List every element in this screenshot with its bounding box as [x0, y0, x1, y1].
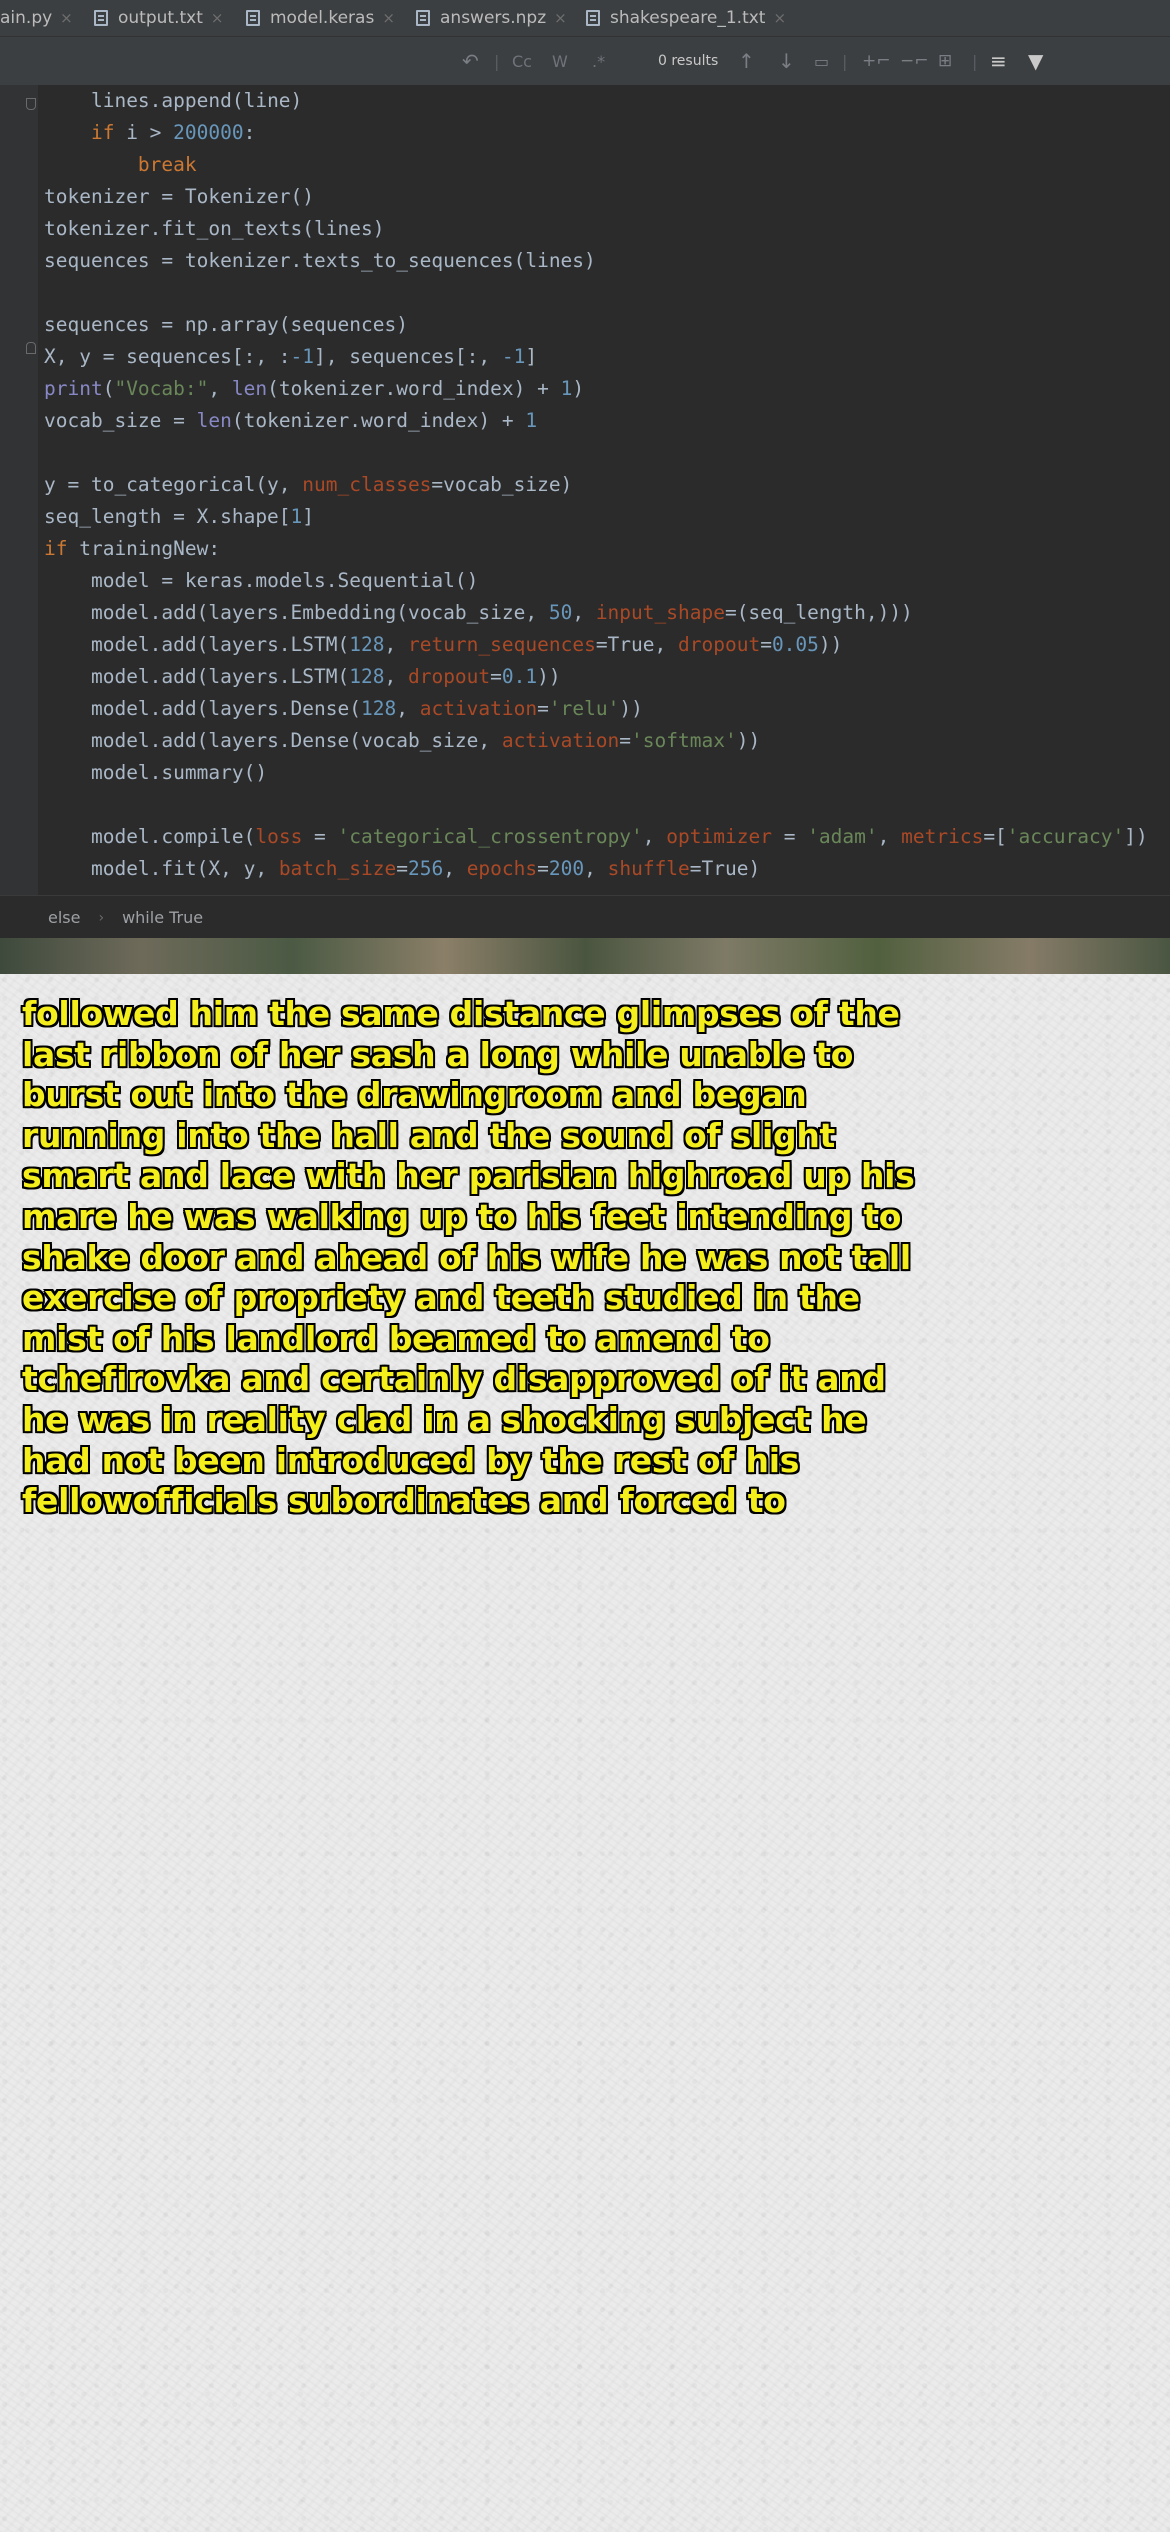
tab-output-txt[interactable]: output.txt × — [94, 0, 223, 36]
code-line: model.summary() — [90, 761, 268, 784]
close-icon[interactable]: × — [554, 9, 567, 27]
tab-shakespeare-txt[interactable]: shakespeare_1.txt × — [586, 0, 786, 36]
text-line: fellowofficials subordinates and forced … — [22, 1481, 786, 1521]
tab-model-keras[interactable]: model.keras × — [246, 0, 395, 36]
text-line: he was in reality clad in a shocking sub… — [22, 1399, 867, 1439]
text-file-icon — [586, 10, 600, 26]
arrow-up-icon[interactable]: ↑ — [738, 37, 755, 85]
code-line: model.add(layers.Dense(vocab_size, activ… — [90, 729, 761, 752]
generated-text-panel: followed him the same distance glimpses … — [0, 974, 1170, 2532]
text-line: followed him the same distance glimpses … — [22, 994, 900, 1033]
text-line: mare he was walking up to his feet inten… — [22, 1196, 902, 1236]
close-icon[interactable]: × — [211, 9, 224, 27]
code-line: model.add(layers.LSTM(128, dropout=0.1)) — [90, 665, 561, 688]
fold-marker-icon[interactable] — [26, 342, 36, 354]
regex-toggle[interactable]: .* — [592, 37, 605, 85]
select-occurrences-icon[interactable]: ⊞ — [938, 37, 952, 85]
code-line: y = to_categorical(y, num_classes=vocab_… — [44, 473, 573, 496]
code-line: lines.append(line) — [90, 89, 303, 112]
tab-main-py[interactable]: ain.py × — [0, 0, 73, 36]
breadcrumb-item-while[interactable]: while True — [122, 908, 203, 927]
ide-window: ain.py × output.txt × model.keras × answ… — [0, 0, 1170, 939]
generated-text: followed him the same distance glimpses … — [22, 994, 1142, 1522]
text-line: shake door and ahead of his wife he was … — [22, 1237, 911, 1277]
code-line: model.add(layers.Embedding(vocab_size, 5… — [90, 601, 913, 624]
arrow-down-icon[interactable]: ↓ — [778, 37, 795, 85]
whole-words-toggle[interactable]: W — [552, 37, 568, 85]
text-line: burst out into the drawingroom and began — [22, 1075, 807, 1115]
select-all-icon[interactable]: ▭ — [814, 37, 829, 85]
text-file-icon — [246, 10, 260, 26]
tab-answers-npz[interactable]: answers.npz × — [416, 0, 567, 36]
text-line: last ribbon of her sash a long while una… — [22, 1034, 854, 1074]
text-line: running into the hall and the sound of s… — [22, 1115, 836, 1155]
add-occurrence-icon[interactable]: +⌐ — [862, 37, 891, 85]
filter-icon[interactable]: ▼ — [1028, 37, 1043, 85]
filter-options-icon[interactable]: ≡ — [990, 37, 1007, 85]
tab-label: ain.py — [0, 8, 53, 28]
close-icon[interactable]: × — [382, 9, 395, 27]
tab-label: output.txt — [118, 8, 203, 28]
tab-label: model.keras — [270, 8, 375, 28]
fold-marker-icon[interactable] — [26, 98, 36, 110]
code-line: model.add(layers.Dense(128, activation='… — [90, 697, 643, 720]
code-line: sequences = np.array(sequences) — [44, 313, 408, 336]
code-line: if i > 200000: — [90, 121, 256, 144]
code-line: print("Vocab:", len(tokenizer.word_index… — [44, 377, 585, 400]
text-file-icon — [416, 10, 430, 26]
code-line: vocab_size = len(tokenizer.word_index) +… — [44, 409, 538, 432]
code-line: model.compile(loss = 'categorical_crosse… — [90, 825, 1148, 848]
undo-icon[interactable]: ↶ — [462, 37, 479, 85]
text-line: tchefirovka and certainly disapproved of… — [22, 1359, 886, 1399]
code-line: tokenizer = Tokenizer() — [44, 185, 315, 208]
background-photo-strip — [0, 938, 1170, 974]
text-line: mist of his landlord beamed to amend to — [22, 1318, 770, 1358]
chevron-right-icon: › — [98, 909, 105, 926]
tab-label: answers.npz — [440, 8, 547, 28]
code-line: model.add(layers.LSTM(128, return_sequen… — [90, 633, 843, 656]
code-line: model.fit(X, y, batch_size=256, epochs=2… — [90, 857, 761, 880]
code-line: sequences = tokenizer.texts_to_sequences… — [44, 249, 596, 272]
code-line: if trainingNew: — [44, 537, 221, 560]
text-file-icon — [94, 10, 108, 26]
text-line: had not been introduced by the rest of h… — [22, 1440, 800, 1480]
text-line: smart and lace with her parisian highroa… — [22, 1156, 915, 1196]
text-line: exercise of propriety and teeth studied … — [22, 1278, 860, 1318]
breadcrumb: else › while True — [0, 895, 1170, 939]
code-line: seq_length = X.shape[1] — [44, 505, 315, 528]
code-line: break — [137, 153, 197, 176]
code-line: model = keras.models.Sequential() — [90, 569, 479, 592]
find-toolbar: ↶ | Cc W .* 0 results ↑ ↓ ▭ | +⌐ −⌐ ⊞ | … — [0, 37, 1170, 85]
close-icon[interactable]: × — [60, 9, 73, 27]
match-case-toggle[interactable]: Cc — [512, 37, 532, 85]
breadcrumb-item-else[interactable]: else — [48, 908, 80, 927]
code-line: tokenizer.fit_on_texts(lines) — [44, 217, 385, 240]
remove-occurrence-icon[interactable]: −⌐ — [900, 37, 929, 85]
tab-label: shakespeare_1.txt — [610, 8, 766, 28]
editor-gutter — [0, 85, 38, 895]
editor-tab-bar: ain.py × output.txt × model.keras × answ… — [0, 0, 1170, 37]
code-line: X, y = sequences[:, :-1], sequences[:, -… — [44, 345, 538, 368]
close-icon[interactable]: × — [773, 9, 786, 27]
search-results-count: 0 results — [658, 53, 719, 69]
code-editor[interactable]: lines.append(line) if i > 200000: break … — [0, 85, 1170, 895]
